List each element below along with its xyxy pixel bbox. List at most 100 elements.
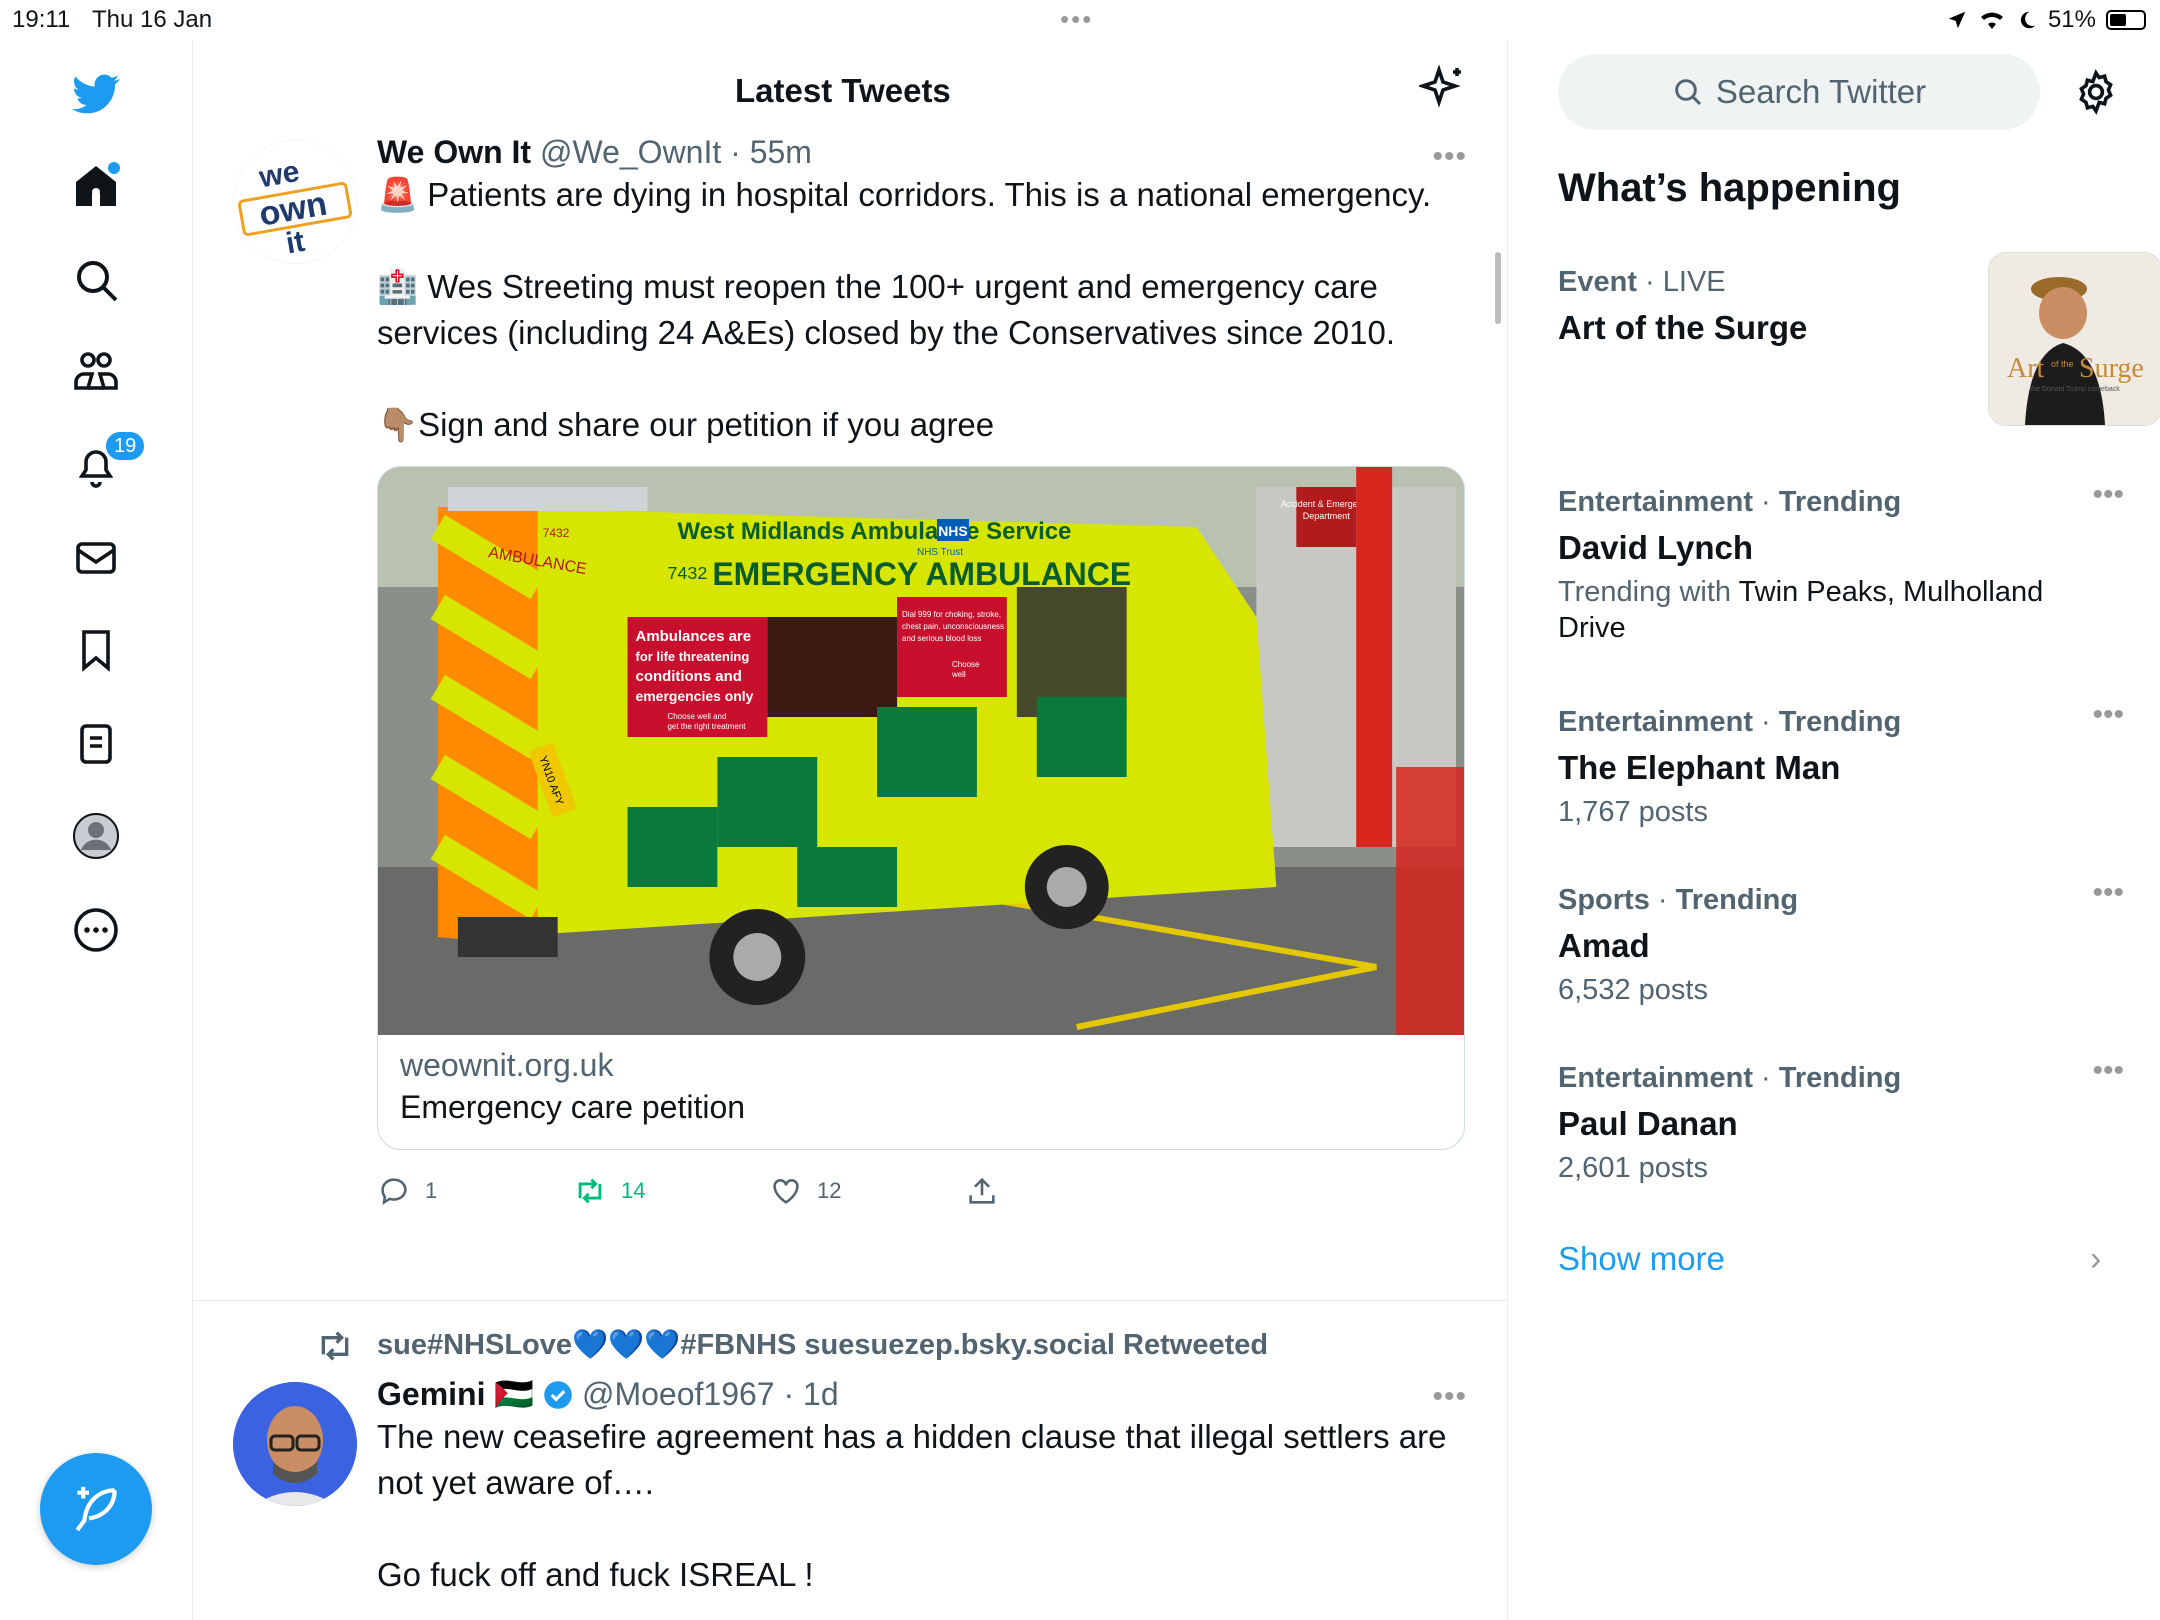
retweet-count: 14 <box>621 1178 646 1203</box>
search-input[interactable]: Search Twitter <box>1558 54 2040 130</box>
trend-topic: Paul Danan <box>1558 1105 1738 1142</box>
trend-label: LIVE <box>1662 266 1726 298</box>
share-icon <box>969 1177 995 1204</box>
author-handle[interactable]: @We_OwnIt <box>540 134 721 170</box>
lists-icon[interactable] <box>68 716 124 772</box>
trend-category: Sports <box>1558 884 1650 916</box>
tweet-time[interactable]: 55m <box>750 134 812 170</box>
battery-icon <box>2106 10 2146 30</box>
trend-more-icon[interactable]: ••• <box>2092 876 2124 910</box>
trending-with-label: Trending with <box>1558 576 1732 608</box>
like-count: 12 <box>817 1178 842 1203</box>
trend-label: Trending <box>1675 884 1799 916</box>
reply-button[interactable]: 1 <box>377 1174 437 1208</box>
status-right: 51% <box>1946 6 2146 34</box>
wifi-icon <box>1980 12 2003 29</box>
more-options-icon[interactable] <box>68 902 124 958</box>
tweet-paragraph: The new ceasefire agreement has a hidden… <box>377 1418 1447 1501</box>
tweet-header: Gemini 🇵🇸 @Moeof1967 · 1d <box>377 1374 1467 1414</box>
left-navigation: 19 <box>0 40 193 1620</box>
trend-topic: The Elephant Man <box>1558 749 1841 786</box>
card-title: Emergency care petition <box>400 1089 746 1125</box>
svg-text:Art: Art <box>2007 353 2045 384</box>
trend-more-icon[interactable]: ••• <box>2092 1054 2124 1088</box>
trend-more-icon[interactable]: ••• <box>2092 478 2124 512</box>
share-button[interactable] <box>965 1174 999 1208</box>
profile-icon[interactable] <box>68 808 124 864</box>
svg-text:well: well <box>951 670 966 679</box>
compose-feather-icon <box>75 1486 117 1532</box>
tweet-paragraph: 👇🏽Sign and share our petition if you agr… <box>377 406 995 443</box>
svg-text:7432: 7432 <box>543 526 570 540</box>
trend-meta: Entertainment · Trending <box>1558 486 1902 518</box>
show-more-link[interactable]: Show more <box>1558 1240 1725 1278</box>
status-date: Thu 16 Jan <box>92 6 213 33</box>
trend-item[interactable]: Entertainment · Trending ••• The Elephan… <box>1558 698 2124 830</box>
trend-item[interactable]: Sports · Trending ••• Amad 6,532 posts <box>1558 876 2124 1008</box>
communities-icon[interactable] <box>68 344 124 400</box>
bookmarks-icon[interactable] <box>68 622 124 678</box>
svg-text:the Donald Trump comeback: the Donald Trump comeback <box>2030 386 2120 393</box>
trend-post-count: 6,532 posts <box>1558 974 1708 1006</box>
retweet-button[interactable]: 14 <box>573 1174 645 1208</box>
event-thumbnail[interactable]: Art of the Surge the Donald Trump comeba… <box>1988 252 2160 426</box>
scrollbar[interactable] <box>1495 252 1501 324</box>
location-icon <box>1948 11 1966 29</box>
sparkle-icon[interactable] <box>1419 64 1467 112</box>
card-domain: weownit.org.uk <box>400 1047 614 1083</box>
trend-topic: David Lynch <box>1558 529 1753 566</box>
tweet-text: The new ceasefire agreement has a hidden… <box>377 1414 1467 1598</box>
svg-text:NHS: NHS <box>938 523 967 539</box>
trend-category: Event <box>1558 266 1637 298</box>
messages-icon[interactable] <box>68 530 124 586</box>
trend-meta: Entertainment · Trending <box>1558 1062 1902 1094</box>
separator: · <box>774 1376 804 1412</box>
chevron-right-icon[interactable]: › <box>2090 1240 2101 1279</box>
tweet-text: 🚨 Patients are dying in hospital corrido… <box>377 172 1467 448</box>
trend-label: Trending <box>1778 486 1902 518</box>
notifications-icon[interactable]: 19 <box>68 430 147 494</box>
notifications-badge: 19 <box>104 430 147 462</box>
trend-label: Trending <box>1778 1062 1902 1094</box>
trend-item-event[interactable]: Event · LIVE Art of the Surge Art of the… <box>1558 252 2160 426</box>
battery-percent: 51% <box>2047 6 2096 33</box>
trend-post-count: 1,767 posts <box>1558 796 1708 828</box>
retweeted-by[interactable]: sue#NHSLove💙💙💙#FBNHS suesuezep.bsky.soci… <box>377 1328 1268 1362</box>
multitasking-dots-icon[interactable]: ••• <box>1060 4 1093 35</box>
link-card[interactable]: Accident & Emergency Department West Mid… <box>377 466 1465 1150</box>
timeline: Latest Tweets we own it ••• We Own It @W… <box>193 40 1508 1620</box>
right-sidebar: Search Twitter What’s happening Event · … <box>1508 40 2160 1620</box>
compose-tweet-button[interactable] <box>40 1453 152 1565</box>
heart-icon <box>773 1179 799 1204</box>
reply-icon <box>381 1178 407 1205</box>
svg-text:Surge: Surge <box>2079 353 2144 384</box>
tweet-body: We Own It @We_OwnIt · 55m 🚨 Patients are… <box>377 132 1467 1214</box>
svg-text:Ambulances are: Ambulances are <box>636 628 752 645</box>
trend-more-icon[interactable]: ••• <box>2092 698 2124 732</box>
tweet-paragraph: 🏥 Wes Streeting must reopen the 100+ urg… <box>377 268 1396 351</box>
home-icon[interactable] <box>68 158 124 214</box>
trend-item[interactable]: Entertainment · Trending ••• David Lynch… <box>1558 478 2124 646</box>
avatar-we-own-it[interactable]: we own it <box>233 140 357 264</box>
trend-subtitle: Trending with Twin Peaks, Mulholland Dri… <box>1558 574 2118 646</box>
svg-text:Dial 999 for choking, stroke,: Dial 999 for choking, stroke, <box>902 610 1001 619</box>
trend-category: Entertainment <box>1558 486 1753 518</box>
tweet-body: Gemini 🇵🇸 @Moeof1967 · 1d The new ceasef… <box>377 1374 1467 1598</box>
twitter-logo-icon[interactable] <box>68 66 124 122</box>
author-handle[interactable]: @Moeof1967 <box>582 1376 775 1412</box>
status-bar: 19:11 Thu 16 Jan ••• 51% <box>0 0 2160 40</box>
tweet-paragraph: 🚨 Patients are dying in hospital corrido… <box>377 176 1432 213</box>
trend-item[interactable]: Entertainment · Trending ••• Paul Danan … <box>1558 1054 2124 1186</box>
tweet-paragraph: Go fuck off and fuck ISREAL ! <box>377 1556 814 1593</box>
settings-gear-icon[interactable] <box>2072 68 2120 116</box>
svg-text:West Midlands Ambulance Servi: West Midlands Ambulance Service <box>677 518 1071 545</box>
whats-happening-title: What’s happening <box>1558 166 1901 210</box>
tweet-actions: 1 14 12 <box>377 1174 1467 1214</box>
author-name[interactable]: We Own It <box>377 134 531 170</box>
tweet-time[interactable]: 1d <box>803 1376 839 1412</box>
like-button[interactable]: 12 <box>769 1174 841 1208</box>
reply-count: 1 <box>425 1178 438 1203</box>
author-name[interactable]: Gemini 🇵🇸 <box>377 1376 534 1412</box>
search-icon[interactable] <box>68 252 124 308</box>
avatar-gemini[interactable] <box>233 1382 357 1506</box>
